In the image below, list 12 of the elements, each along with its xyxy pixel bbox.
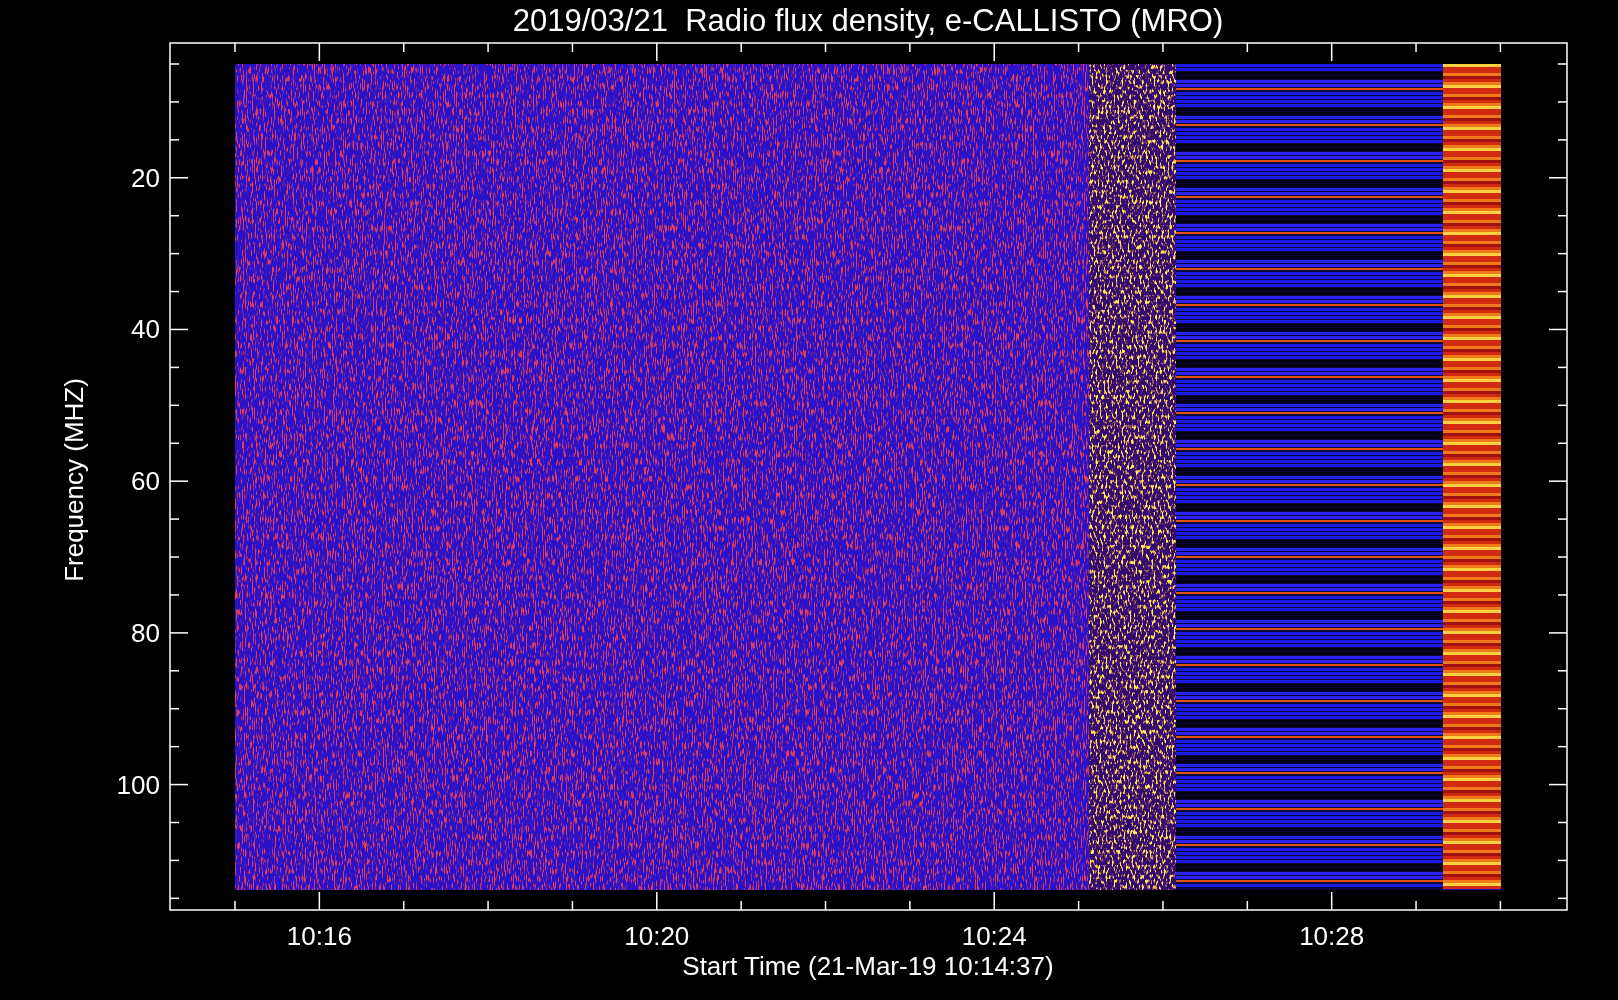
y-axis-title: Frequency (MHZ)	[59, 378, 89, 582]
x-axis-title: Start Time (21-Mar-19 10:14:37)	[682, 951, 1054, 981]
x-tick-label: 10:28	[1299, 921, 1365, 951]
y-tick-label: 40	[131, 314, 160, 345]
plot-title: 2019/03/21 Radio flux density, e-CALLISTO (MRO)	[512, 3, 1224, 38]
y-tick-label: 20	[131, 162, 160, 193]
x-tick-label: 10:24	[961, 921, 1027, 951]
x-tick-label: 10:20	[624, 921, 690, 951]
x-tick-label: 10:16	[286, 921, 352, 951]
y-tick-label: 60	[131, 466, 160, 497]
y-tick-label: 100	[116, 769, 160, 800]
y-tick-label: 80	[131, 617, 160, 648]
